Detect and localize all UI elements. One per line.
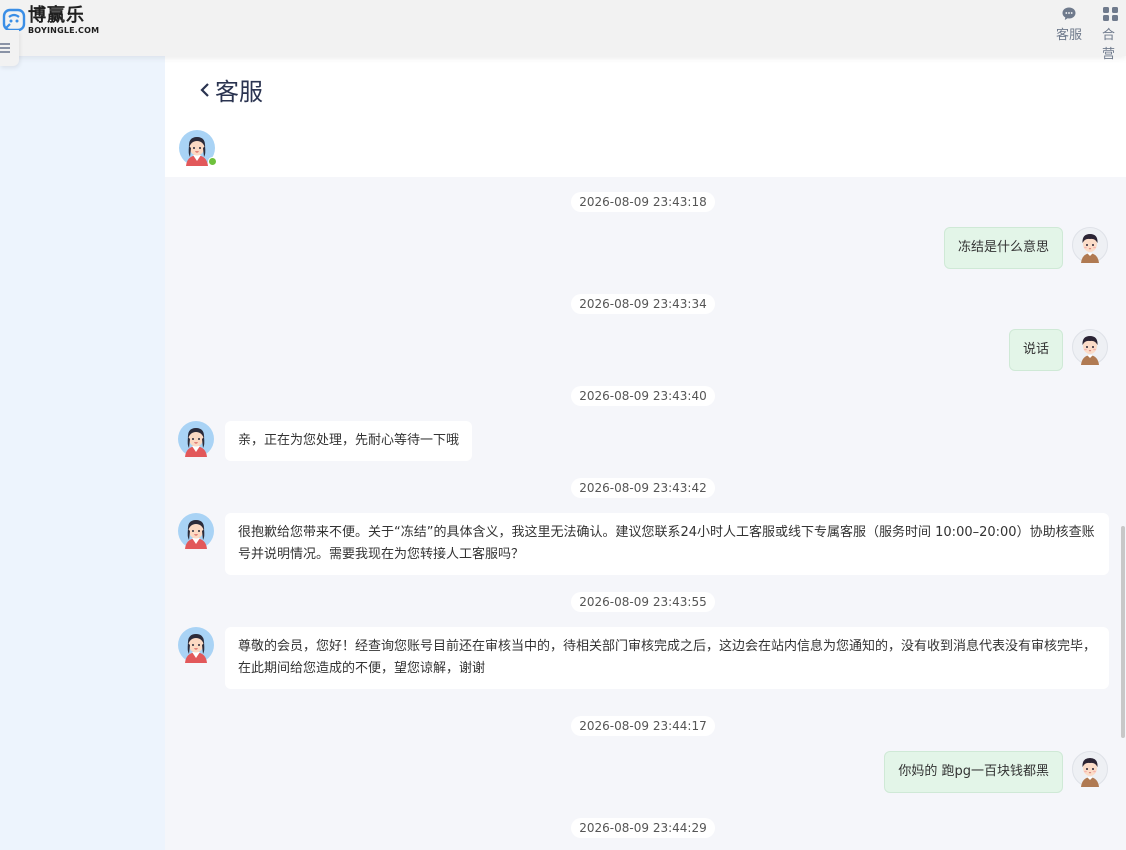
agent-avatar-icon [178, 513, 214, 549]
chevron-left-icon [200, 82, 209, 97]
agent-message-bubble: 很抱歉给您带来不便。关于“冻结”的具体含义，我这里无法确认。建议您联系24小时人… [225, 513, 1109, 575]
scrollbar-thumb[interactable] [1121, 526, 1125, 738]
user-avatar-icon [1072, 227, 1108, 263]
message-list: 2026-08-09 23:43:18 冻结是什么意思 2026-08-09 2… [165, 177, 1126, 850]
user-avatar-icon [1072, 751, 1108, 787]
user-message-bubble: 冻结是什么意思 [943, 227, 1063, 269]
brand-domain: BOYINGLE.COM [28, 26, 100, 35]
user-message-bubble: 说话 [1008, 329, 1063, 371]
brand-logo-icon [2, 8, 26, 32]
message-timestamp: 2026-08-09 23:43:55 [165, 592, 1121, 612]
nav-partner[interactable]: 合营 [1102, 4, 1126, 62]
nav-customer-service-label: 客服 [1055, 28, 1082, 43]
top-header: 博赢乐 BOYINGLE.COM 客服 合营 [0, 0, 1126, 62]
chat-bubble-icon [1062, 7, 1076, 20]
page-title: 客服 [215, 78, 263, 106]
brand-name: 博赢乐 [28, 5, 85, 26]
agent-message-bubble: 亲，正在为您处理，先耐心等待一下哦 [225, 421, 473, 461]
agent-avatar [179, 130, 217, 166]
message-timestamp: 2026-08-09 23:43:18 [165, 192, 1121, 212]
partner-icon [1103, 7, 1118, 21]
message-timestamp: 2026-08-09 23:44:17 [165, 716, 1121, 736]
message-timestamp: 2026-08-09 23:43:42 [165, 478, 1121, 498]
nav-customer-service[interactable]: 客服 [1054, 4, 1084, 62]
online-status-dot [208, 157, 217, 166]
nav-partner-label: 合营 [1102, 28, 1116, 62]
back-button[interactable]: 客服 [199, 72, 263, 107]
agent-avatar-icon [178, 421, 214, 457]
left-sidebar [0, 56, 165, 850]
chat-header: 客服 [165, 56, 1126, 177]
agent-avatar-icon [178, 627, 214, 663]
message-timestamp: 2026-08-09 23:44:29 [165, 818, 1121, 838]
chat-panel: 客服 2026-08-09 23:43:18 冻结是什么意思 2026-08-0… [165, 56, 1126, 850]
message-timestamp: 2026-08-09 23:43:40 [165, 386, 1121, 406]
user-avatar-icon [1072, 329, 1108, 365]
menu-toggle[interactable] [0, 30, 19, 66]
agent-message-bubble: 尊敬的会员，您好！经查询您账号目前还在审核当中的，待相关部门审核完成之后，这边会… [225, 627, 1109, 689]
user-message-bubble: 你妈的 跑pg一百块钱都黑 [884, 751, 1063, 793]
hamburger-icon [0, 43, 10, 53]
top-nav: 客服 合营 [1054, 4, 1126, 62]
message-timestamp: 2026-08-09 23:43:34 [165, 294, 1121, 314]
